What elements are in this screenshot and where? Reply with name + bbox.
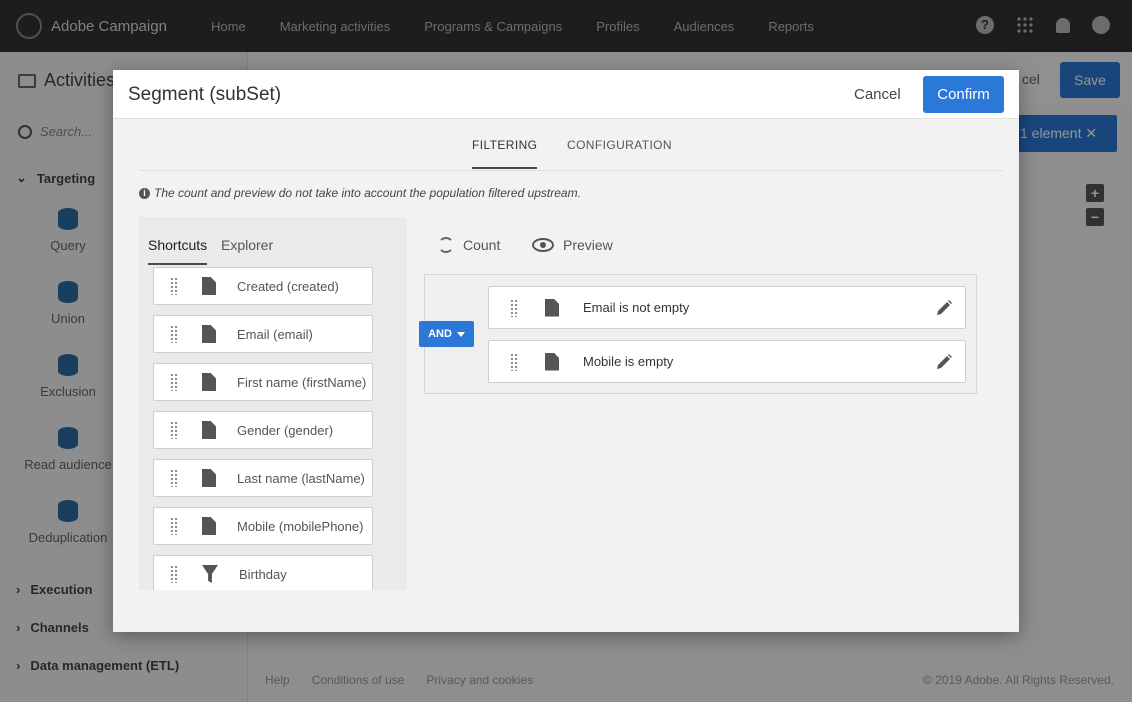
- info-icon: i: [139, 187, 150, 199]
- count-label: Count: [463, 237, 501, 253]
- filter-icon: [202, 565, 218, 583]
- operator-label: AND: [428, 328, 452, 340]
- shortcut-label: Created (created): [237, 278, 339, 294]
- tab-explorer[interactable]: Explorer: [221, 237, 273, 253]
- shortcut-item[interactable]: Created (created): [153, 267, 373, 305]
- cancel-button[interactable]: Cancel: [854, 86, 901, 103]
- confirm-button[interactable]: Confirm: [923, 76, 1004, 113]
- drag-handle-icon[interactable]: [510, 298, 518, 317]
- shortcut-item[interactable]: Gender (gender): [153, 411, 373, 449]
- shortcut-item[interactable]: First name (firstName): [153, 363, 373, 401]
- drag-handle-icon[interactable]: [170, 565, 178, 583]
- preview-button[interactable]: Preview: [532, 237, 613, 253]
- rule-label: Email is not empty: [583, 300, 690, 315]
- drag-handle-icon[interactable]: [510, 352, 518, 371]
- shortcut-label: First name (firstName): [237, 374, 367, 390]
- shortcut-label: Birthday: [239, 566, 287, 582]
- field-palette: Shortcuts Explorer Created (created) Ema…: [139, 217, 407, 590]
- rule-editor: Count Preview Email is not empty Mobile …: [407, 217, 1003, 590]
- filter-rule[interactable]: Mobile is empty: [488, 340, 966, 383]
- refresh-icon: [438, 237, 454, 253]
- count-button[interactable]: Count: [438, 237, 500, 253]
- caret-down-icon: [456, 331, 465, 337]
- eye-icon: [532, 238, 554, 252]
- shortcut-label: Email (email): [237, 326, 313, 342]
- rule-group: Email is not empty Mobile is empty: [424, 274, 977, 394]
- document-icon: [545, 352, 559, 371]
- document-icon: [545, 298, 559, 317]
- drag-handle-icon[interactable]: [170, 325, 178, 343]
- pencil-icon[interactable]: [935, 353, 953, 371]
- drag-handle-icon[interactable]: [170, 517, 178, 535]
- shortcut-label: Mobile (mobilePhone): [237, 518, 364, 534]
- document-icon: [202, 517, 216, 535]
- drag-handle-icon[interactable]: [170, 421, 178, 439]
- shortcut-item[interactable]: Email (email): [153, 315, 373, 353]
- tab-configuration[interactable]: CONFIGURATION: [567, 138, 672, 152]
- document-icon: [202, 421, 216, 439]
- tab-filtering[interactable]: FILTERING: [472, 138, 538, 169]
- dialog-title: Segment (subSet): [128, 84, 282, 105]
- dialog-header: Segment (subSet) Cancel Confirm: [113, 70, 1019, 119]
- document-icon: [202, 373, 216, 391]
- dialog-tabs: FILTERING CONFIGURATION: [139, 120, 1003, 171]
- segment-dialog: Segment (subSet) Cancel Confirm FILTERIN…: [113, 70, 1019, 632]
- document-icon: [202, 325, 216, 343]
- drag-handle-icon[interactable]: [170, 277, 178, 295]
- document-icon: [202, 277, 216, 295]
- preview-label: Preview: [563, 237, 613, 253]
- shortcut-item[interactable]: Last name (lastName): [153, 459, 373, 497]
- filter-rule[interactable]: Email is not empty: [488, 286, 966, 329]
- tab-shortcuts[interactable]: Shortcuts: [148, 237, 208, 265]
- shortcut-item[interactable]: Mobile (mobilePhone): [153, 507, 373, 545]
- drag-handle-icon[interactable]: [170, 469, 178, 487]
- document-icon: [202, 469, 216, 487]
- shortcut-item[interactable]: Birthday: [153, 555, 373, 590]
- shortcut-label: Last name (lastName): [237, 470, 365, 486]
- shortcut-label: Gender (gender): [237, 422, 334, 438]
- rule-label: Mobile is empty: [583, 354, 674, 369]
- notice-text: The count and preview do not take into a…: [154, 186, 581, 200]
- operator-dropdown[interactable]: AND: [419, 321, 474, 347]
- pencil-icon[interactable]: [935, 299, 953, 317]
- count-notice: i The count and preview do not take into…: [139, 186, 581, 200]
- drag-handle-icon[interactable]: [170, 373, 178, 391]
